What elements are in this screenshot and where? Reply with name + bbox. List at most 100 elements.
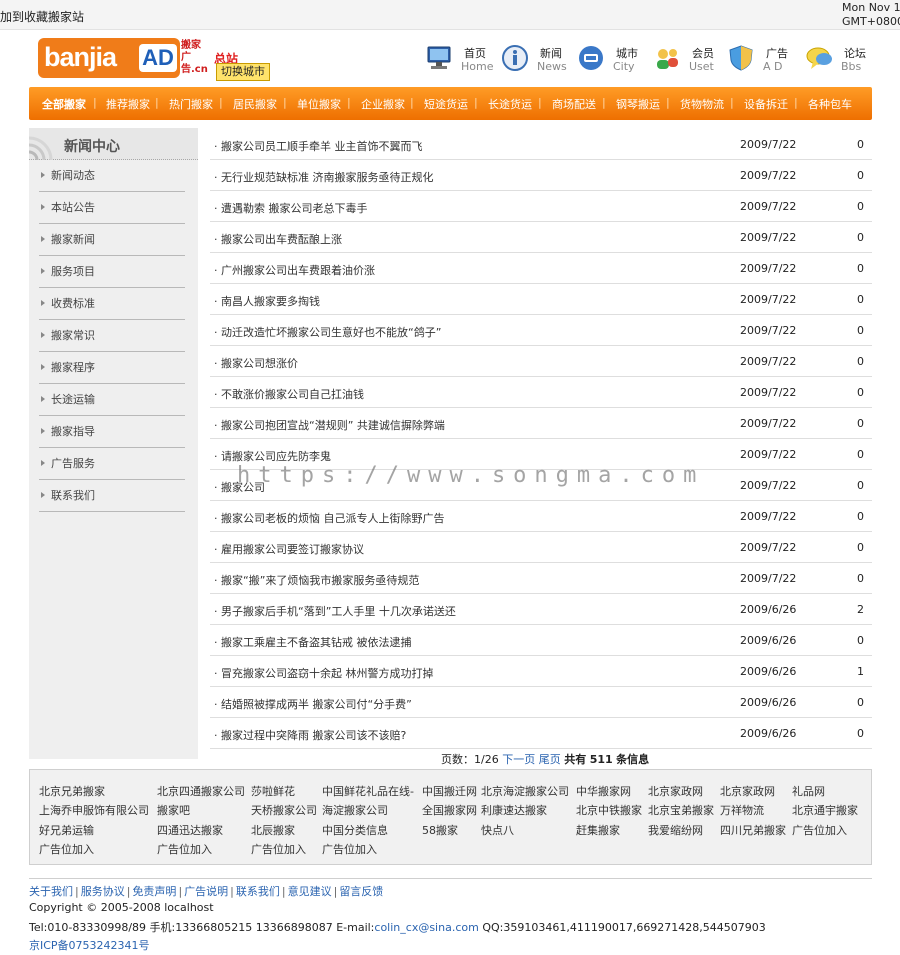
friend-link[interactable]: 赶集搬家 [576,822,620,838]
friend-link[interactable]: 北京家政网 [720,783,775,799]
friend-link[interactable]: 中华搬家网 [576,783,631,799]
friend-link[interactable]: 北京四通搬家公司 [157,783,245,799]
sidebar-item-tips[interactable]: 搬家常识 [39,320,185,352]
friend-link[interactable]: 广告位加入 [157,841,212,857]
friend-link[interactable]: 北京海淀搬家公司 [481,783,569,799]
news-title-link[interactable]: · 搬家公司抱团宣战“潜规则” 共建诚信摒除弊端 [214,417,445,433]
friend-link[interactable]: 广告位加入 [39,841,94,857]
category-long-haul[interactable]: 长途货运 [488,96,532,112]
news-title-link[interactable]: · 冒充搬家公司盗窃十余起 林州警方成功打掉 [214,665,434,681]
friend-link[interactable]: 58搬家 [422,822,458,838]
news-title-link[interactable]: · 搬家公司 [214,479,265,495]
sidebar-item-ad-service[interactable]: 广告服务 [39,448,185,480]
nav-home[interactable]: 首页 Home [425,40,493,80]
category-residential[interactable]: 居民搬家 [233,96,277,112]
friend-link[interactable]: 全国搬家网 [422,802,477,818]
friend-link[interactable]: 中国分类信息 [322,822,388,838]
sidebar-item-news-updates[interactable]: 新闻动态 [39,160,185,192]
news-title-link[interactable]: · 请搬家公司应先防李鬼 [214,448,331,464]
friend-link[interactable]: 北京宝弟搬家 [648,802,714,818]
category-equipment[interactable]: 设备拆迁 [744,96,788,112]
sidebar-item-contact[interactable]: 联系我们 [39,480,185,512]
friend-link[interactable]: 快点八 [481,822,514,838]
nav-member[interactable]: 会员 Uset [653,40,719,80]
news-title-link[interactable]: · 雇用搬家公司要签订搬家协议 [214,541,364,557]
sidebar-item-guidance[interactable]: 搬家指导 [39,416,185,448]
news-title-link[interactable]: · 男子搬家后手机“落到”工人手里 十几次承诺送还 [214,603,456,619]
friend-link[interactable]: 莎啦鲜花 [251,783,295,799]
friend-link[interactable]: 广告位加入 [322,841,377,857]
news-title-link[interactable]: · 动迁改造忙坏搬家公司生意好也不能放“鸽子” [214,324,441,340]
email-link[interactable]: colin_cx@sina.com [374,921,478,934]
sidebar-item-pricing[interactable]: 收费标准 [39,288,185,320]
friend-link[interactable]: 搬家吧 [157,802,190,818]
friend-link[interactable]: 礼品网 [792,783,825,799]
sidebar-item-services[interactable]: 服务项目 [39,256,185,288]
category-unit[interactable]: 单位搬家 [297,96,341,112]
site-logo[interactable]: banjia AD [38,38,180,78]
friend-link[interactable]: 北辰搬家 [251,822,295,838]
sidebar-item-moving-news[interactable]: 搬家新闻 [39,224,185,256]
next-page-link[interactable]: 下一页 [502,753,535,766]
friend-link[interactable]: 万祥物流 [720,802,764,818]
friend-link[interactable]: 我爱缩纷网 [648,822,703,838]
category-popular[interactable]: 热门搬家 [169,96,213,112]
footer-link-disclaimer[interactable]: 免责声明 [132,885,176,898]
news-title-link[interactable]: · 搬家过程中突降雨 搬家公司该不该赔? [214,727,406,743]
friend-link[interactable]: 上海乔申服饰有限公司 [39,802,149,818]
news-title-link[interactable]: · 结婚照被撑成两半 搬家公司付“分手费” [214,696,412,712]
footer-link-ad-info[interactable]: 广告说明 [184,885,228,898]
category-logistics[interactable]: 货物物流 [680,96,724,112]
friend-link[interactable]: 利康速达搬家 [481,802,547,818]
friend-link[interactable]: 北京家政网 [648,783,703,799]
category-recommended[interactable]: 推荐搬家 [106,96,150,112]
footer-link-about[interactable]: 关于我们 [29,885,73,898]
footer-link-suggestions[interactable]: 意见建议 [288,885,332,898]
switch-city-button[interactable]: 切换城市 [216,63,270,81]
news-title-link[interactable]: · 广州搬家公司出车费跟着油价涨 [214,262,375,278]
news-title-link[interactable]: · 遭遇勒索 搬家公司老总下毒手 [214,200,368,216]
news-title-link[interactable]: · 搬家工乘雇主不备盗其钻戒 被依法逮捕 [214,634,412,650]
news-title-link[interactable]: · 不敢涨价搬家公司自己扛油钱 [214,386,364,402]
news-title-link[interactable]: · 搬家公司员工顺手牵羊 业主首饰不翼而飞 [214,138,423,154]
footer-link-agreement[interactable]: 服务协议 [81,885,125,898]
news-title-link[interactable]: · 搬家公司出车费酝酿上涨 [214,231,342,247]
friend-link[interactable]: 广告位加入 [251,841,306,857]
friend-link[interactable]: 北京兄弟搬家 [39,783,105,799]
friend-link[interactable]: 四通迅达搬家 [157,822,223,838]
friend-link[interactable]: 中国搬迁网 [422,783,477,799]
category-charter[interactable]: 各种包车 [808,96,852,112]
news-title-link[interactable]: · 搬家公司老板的烦恼 自己派专人上街除野广告 [214,510,445,526]
nav-forum[interactable]: 论坛 Bbs [805,40,866,80]
footer-link-contact[interactable]: 联系我们 [236,885,280,898]
nav-news[interactable]: 新闻 News [501,40,567,80]
news-title-link[interactable]: · 南昌人搬家要多掏钱 [214,293,320,309]
friend-link[interactable]: 好兄弟运输 [39,822,94,838]
news-title-link[interactable]: · 搬家公司想涨价 [214,355,298,371]
nav-ad[interactable]: 广告 A D [727,40,793,80]
category-piano[interactable]: 钢琴搬运 [616,96,660,112]
nav-city[interactable]: 城市 City [577,40,643,80]
icp-link[interactable]: 京ICP备07532423​41号 [29,937,150,953]
sidebar-item-procedure[interactable]: 搬家程序 [39,352,185,384]
shield-icon [729,45,753,71]
sidebar-item-long-distance[interactable]: 长途运输 [39,384,185,416]
category-enterprise[interactable]: 企业搬家 [361,96,405,112]
category-mall-delivery[interactable]: 商场配送 [552,96,596,112]
news-title-link[interactable]: · 搬家“搬”来了烦恼我市搬家服务亟待规范 [214,572,419,588]
footer-link-feedback[interactable]: 留言反馈 [339,885,383,898]
sidebar-item-announcements[interactable]: 本站公告 [39,192,185,224]
category-all[interactable]: 全部搬家 [42,96,86,112]
category-short-haul[interactable]: 短途货运 [424,96,468,112]
news-title-link[interactable]: · 无行业规范缺标准 济南搬家服务亟待正规化 [214,169,434,185]
friend-link[interactable]: 海淀搬家公司 [322,802,388,818]
friend-link[interactable]: 四川兄弟搬家 [720,822,786,838]
friend-link[interactable]: 广告位加入 [792,822,847,838]
last-page-link[interactable]: 尾页 [539,753,561,766]
contact-suffix: QQ:359103461,411190017,669271428,5445079… [478,921,766,934]
friend-link[interactable]: 北京通宇搬家 [792,802,858,818]
add-favorite-link[interactable]: 加到收藏搬家站 [0,8,84,25]
friend-link[interactable]: 中国鲜花礼品在线- [322,783,414,799]
friend-link[interactable]: 天桥搬家公司 [251,802,317,818]
friend-link[interactable]: 北京中铁搬家 [576,802,642,818]
